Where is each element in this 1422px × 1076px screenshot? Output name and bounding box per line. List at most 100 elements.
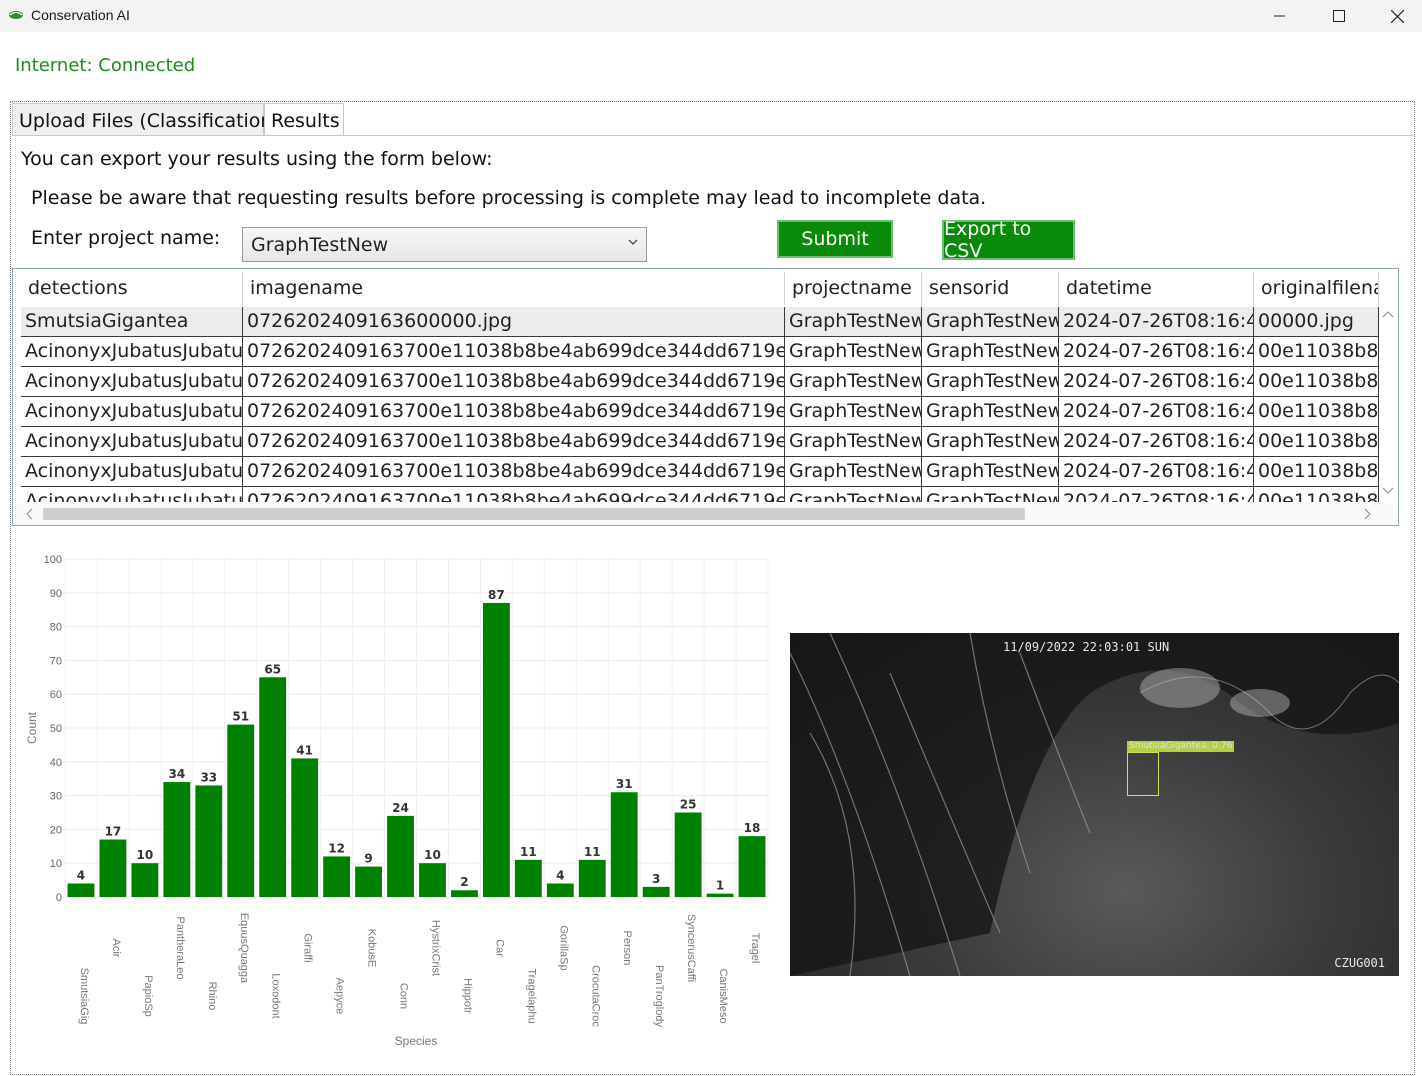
minimize-button[interactable] xyxy=(1251,0,1309,32)
table-cell[interactable]: 00e11038b8b xyxy=(1254,487,1379,502)
data-label: 10 xyxy=(137,848,154,862)
table-cell[interactable]: AcinonyxJubatusJubatus xyxy=(21,337,243,367)
y-tick-label: 30 xyxy=(50,791,62,803)
x-tick-label: PapioSp xyxy=(142,975,154,1017)
vertical-scrollbar[interactable] xyxy=(1378,305,1398,501)
scroll-left-icon[interactable] xyxy=(23,503,37,525)
table-cell[interactable]: 0726202409163700e11038b8be4ab699dce344dd… xyxy=(243,367,785,397)
table-cell[interactable]: AcinonyxJubatusJubatus xyxy=(21,397,243,427)
maximize-icon xyxy=(1333,10,1345,22)
export-csv-button[interactable]: Export to CSV xyxy=(942,218,1075,262)
table-cell[interactable]: SmutsiaGigantea xyxy=(21,307,243,337)
table-cell[interactable]: GraphTestNew xyxy=(922,397,1059,427)
table-cell[interactable]: 0726202409163600000.jpg xyxy=(243,307,785,337)
table-cell[interactable]: 00e11038b8b xyxy=(1254,367,1379,397)
table-cell[interactable]: GraphTestNew xyxy=(922,427,1059,457)
x-tick-label: Car xyxy=(493,939,505,957)
close-icon xyxy=(1390,9,1404,23)
table-cell[interactable]: 2024-07-26T08:16:40 xyxy=(1059,337,1254,367)
table-cell[interactable]: AcinonyxJubatusJubatus xyxy=(21,487,243,502)
scroll-down-icon[interactable] xyxy=(1378,485,1398,497)
column-header[interactable]: imagename xyxy=(243,272,785,305)
table-cell[interactable]: GraphTestNew xyxy=(785,427,922,457)
table-cell[interactable]: GraphTestNew xyxy=(785,457,922,487)
y-tick-label: 70 xyxy=(50,655,62,667)
bar xyxy=(323,856,351,897)
table-cell[interactable]: 2024-07-26T08:16:40 xyxy=(1059,307,1254,337)
table-cell[interactable]: AcinonyxJubatusJubatus xyxy=(21,457,243,487)
data-label: 9 xyxy=(364,852,372,866)
maximize-button[interactable] xyxy=(1310,0,1368,32)
table-cell[interactable]: 00e11038b8b xyxy=(1254,457,1379,487)
bar xyxy=(610,792,638,897)
table-cell[interactable]: 2024-07-26T08:16:40 xyxy=(1059,367,1254,397)
x-tick-label: HystrixCrist xyxy=(429,920,441,976)
table-cell[interactable]: GraphTestNew xyxy=(785,337,922,367)
results-table[interactable]: detections imagename projectname sensori… xyxy=(12,268,1399,526)
scroll-right-icon[interactable] xyxy=(1360,503,1374,525)
scrollbar-thumb[interactable] xyxy=(43,508,1025,520)
table-cell[interactable]: AcinonyxJubatusJubatus xyxy=(21,367,243,397)
table-row[interactable]: AcinonyxJubatusJubatus 0726202409163700e1… xyxy=(21,487,1379,502)
bar xyxy=(642,886,670,897)
table-cell[interactable]: 2024-07-26T08:16:40 xyxy=(1059,397,1254,427)
bar xyxy=(706,893,734,897)
table-cell[interactable]: 00e11038b8b xyxy=(1254,337,1379,367)
project-name-select[interactable]: GraphTestNew xyxy=(242,227,647,262)
camera-trap-image: 11/09/2022 22:03:01 SUN SmutsiaGigantea:… xyxy=(790,633,1399,976)
column-header[interactable]: sensorid xyxy=(922,272,1059,305)
tab-upload-files[interactable]: Upload Files (Classification) xyxy=(12,103,280,136)
table-cell[interactable]: GraphTestNew xyxy=(785,487,922,502)
horizontal-scrollbar[interactable] xyxy=(13,503,1398,525)
close-button[interactable] xyxy=(1368,0,1422,32)
bar xyxy=(546,883,574,897)
table-cell[interactable]: 2024-07-26T08:16:40 xyxy=(1059,487,1254,502)
title-bar: Conservation AI xyxy=(0,0,1422,32)
table-cell[interactable]: 00e11038b8b xyxy=(1254,397,1379,427)
x-tick-label: KobusE xyxy=(366,929,378,968)
column-header[interactable]: datetime xyxy=(1059,272,1254,305)
data-label: 11 xyxy=(584,845,601,859)
x-tick-label: EquusQuagga xyxy=(238,913,250,984)
table-cell[interactable]: GraphTestNew xyxy=(922,337,1059,367)
species-count-chart: 0 10 20 30 40 50 60 70 80 90 100 4 SmutsiaGig 17 Acir 1… xyxy=(25,554,769,1048)
project-name-value: GraphTestNew xyxy=(251,234,389,256)
table-cell[interactable]: 0726202409163700e11038b8be4ab699dce344dd… xyxy=(243,427,785,457)
tab-results[interactable]: Results xyxy=(264,103,344,136)
tab-panel-border xyxy=(12,135,1414,136)
column-header[interactable]: originalfilenai xyxy=(1254,272,1379,305)
scroll-up-icon[interactable] xyxy=(1378,309,1398,321)
submit-button[interactable]: Submit xyxy=(777,220,893,258)
table-cell[interactable]: GraphTestNew xyxy=(922,487,1059,502)
table-row[interactable]: AcinonyxJubatusJubatus 0726202409163700e1… xyxy=(21,457,1379,487)
table-cell[interactable]: GraphTestNew xyxy=(785,367,922,397)
table-cell[interactable]: GraphTestNew xyxy=(785,397,922,427)
table-row[interactable]: AcinonyxJubatusJubatus 0726202409163700e1… xyxy=(21,337,1379,367)
table-cell[interactable]: 2024-07-26T08:16:40 xyxy=(1059,457,1254,487)
table-cell[interactable]: GraphTestNew xyxy=(922,307,1059,337)
bar xyxy=(259,677,287,897)
table-cell[interactable]: 0726202409163700e11038b8be4ab699dce344dd… xyxy=(243,457,785,487)
table-cell[interactable]: GraphTestNew xyxy=(922,367,1059,397)
column-header[interactable]: detections xyxy=(21,272,243,305)
table-cell[interactable]: 0726202409163700e11038b8be4ab699dce344dd… xyxy=(243,337,785,367)
table-cell[interactable]: GraphTestNew xyxy=(922,457,1059,487)
chevron-down-icon xyxy=(628,239,638,245)
table-row[interactable]: AcinonyxJubatusJubatus 0726202409163700e1… xyxy=(21,367,1379,397)
table-row[interactable]: SmutsiaGigantea 0726202409163600000.jpg Gr… xyxy=(21,307,1379,337)
column-header[interactable]: projectname xyxy=(785,272,922,305)
table-cell[interactable]: 0726202409163700e11038b8be4ab699dce344dd… xyxy=(243,487,785,502)
table-cell[interactable]: 00e11038b8b xyxy=(1254,427,1379,457)
x-tick-label: Giraffi xyxy=(302,933,314,962)
x-tick-label: Rhino xyxy=(206,982,218,1011)
table-cell[interactable]: 0726202409163700e11038b8be4ab699dce344dd… xyxy=(243,397,785,427)
table-row[interactable]: AcinonyxJubatusJubatus 0726202409163700e1… xyxy=(21,397,1379,427)
data-label: 34 xyxy=(168,767,185,781)
bar xyxy=(291,758,319,897)
table-row[interactable]: AcinonyxJubatusJubatus 0726202409163700e1… xyxy=(21,427,1379,457)
table-cell[interactable]: 2024-07-26T08:16:40 xyxy=(1059,427,1254,457)
table-cell[interactable]: GraphTestNew xyxy=(785,307,922,337)
x-tick-label: Tragel xyxy=(749,933,761,964)
table-cell[interactable]: AcinonyxJubatusJubatus xyxy=(21,427,243,457)
table-cell[interactable]: 00000.jpg xyxy=(1254,307,1379,337)
